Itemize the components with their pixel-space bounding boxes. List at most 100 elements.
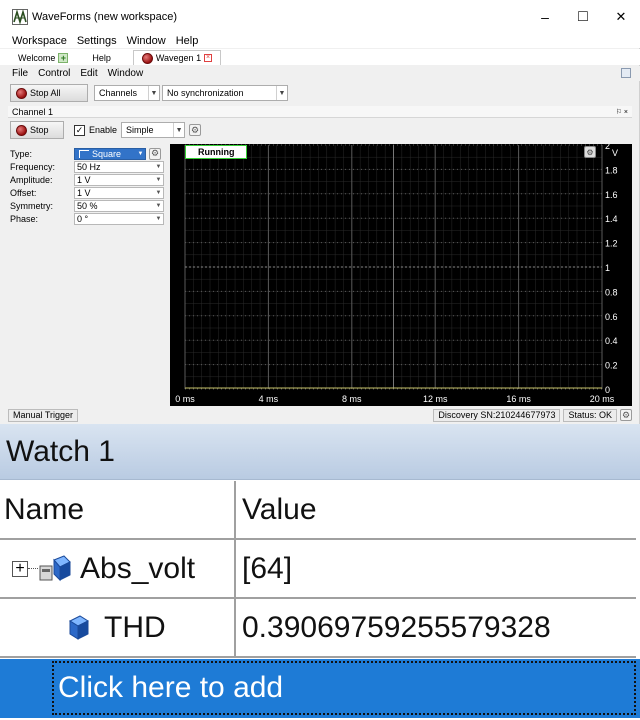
y-tick-label: 1 [605,263,610,273]
expand-icon[interactable]: + [12,560,28,577]
title-bar: WaveForms (new workspace) – □ ✕ [0,0,640,34]
chevron-down-icon: ▼ [155,163,162,170]
chevron-down-icon: ▼ [155,176,162,183]
param-label: Frequency: [10,161,56,172]
y-tick-label: 1.2 [605,239,618,249]
row-value: [64] [242,551,293,585]
chevron-down-icon: ▼ [155,215,162,222]
chevron-down-icon: ▼ [276,86,287,100]
row-name: THD [104,610,166,644]
add-watch-row[interactable]: Click here to add [0,659,640,718]
type-select[interactable]: Square ▼ [74,147,146,160]
tab-welcome[interactable]: Welcome + [10,50,76,65]
add-watch-input[interactable]: Click here to add [52,661,636,715]
channels-select[interactable]: Channels ▼ [94,85,160,101]
sync-value: No synchronization [167,88,244,98]
variable-icon [62,613,96,643]
waveform-preview-plot[interactable]: 2 1.8 1.6 1.4 1.2 1 0.8 0.6 0.4 0.2 0 V 0 ms 4 ms 8 ms… [170,144,632,406]
column-header-value[interactable]: Value [236,481,636,538]
variable-array-icon [38,554,72,584]
param-row-frequency: Frequency: 50 Hz ▼ [10,160,170,173]
x-tick-label: 4 ms [259,394,279,404]
minimize-button[interactable]: – [526,0,564,34]
wavegen-menubar: File Control Edit Window [0,66,640,81]
frequency-input[interactable]: 50 Hz ▼ [74,160,164,173]
sync-select[interactable]: No synchronization ▼ [162,85,288,101]
param-label: Amplitude: [10,174,53,185]
waveforms-app: WaveForms (new workspace) – □ ✕ Workspac… [0,0,640,424]
watch-grid: Name Value + Abs_volt [64] THD 0.3906975… [0,481,636,658]
param-row-symmetry: Symmetry: 50 % ▼ [10,199,170,212]
manual-trigger-button[interactable]: Manual Trigger [8,408,79,422]
y-tick-label: 0.8 [605,287,618,297]
close-button[interactable]: ✕ [602,0,640,34]
maximize-button[interactable]: □ [564,0,602,34]
watch-title: Watch 1 [0,424,640,480]
menu-settings[interactable]: Settings [67,35,120,47]
waveforms-logo-icon [12,9,28,25]
column-header-name[interactable]: Name [0,481,236,538]
restore-window-icon[interactable] [621,68,631,78]
type-value: Square [92,148,122,159]
table-row[interactable]: THD 0.39069759255579328 [0,599,636,658]
menu-workspace[interactable]: Workspace [0,35,70,47]
menu-file[interactable]: File [0,68,31,79]
y-tick-label: 1.4 [605,214,618,224]
pin-close-icon[interactable]: ⚐ × [616,108,628,116]
param-label: Offset: [10,187,37,198]
menu-window[interactable]: Window [117,35,169,47]
y-tick-label: 1.6 [605,190,618,200]
x-tick-label: 0 ms [175,394,195,404]
menu-wavegen-window[interactable]: Window [98,68,147,79]
table-row[interactable]: + Abs_volt [64] [0,540,636,599]
chevron-down-icon: ▼ [148,86,159,100]
phase-value: 0 ° [77,213,89,224]
tab-wavegen-1[interactable]: Wavegen 1 × [132,50,222,65]
enable-checkbox[interactable]: ✓ [74,124,85,136]
running-status-badge: Running [185,145,247,159]
channel-stop-button[interactable]: Stop [10,121,64,139]
watch-window: Watch 1 Name Value + Abs_volt [64] THD 0… [0,424,640,720]
stop-all-label: Stop All [30,88,61,98]
frequency-value: 50 Hz [77,161,101,172]
x-tick-label: 20 ms [590,394,615,404]
tab-bar: Welcome + Help Wavegen 1 × [0,49,640,65]
type-settings-icon[interactable]: ⚙ [149,147,161,160]
watch-header-row: Name Value [0,481,636,540]
param-row-type: Type: Square ▼ ⚙ [10,147,170,160]
status-settings-icon[interactable]: ⚙ [620,409,632,421]
add-tab-icon[interactable]: + [58,52,69,63]
y-tick-label: 0.2 [605,361,618,371]
row-name: Abs_volt [80,551,196,585]
plot-settings-icon[interactable]: ⚙ [584,146,596,158]
y-tick-label: 0.6 [605,312,618,322]
row-value: 0.39069759255579328 [242,610,551,644]
tab-help[interactable]: Help [84,50,119,65]
amplitude-input[interactable]: 1 V ▼ [74,173,164,186]
symmetry-input[interactable]: 50 % ▼ [74,199,164,212]
menu-edit[interactable]: Edit [70,68,100,79]
offset-input[interactable]: 1 V ▼ [74,186,164,199]
stop-all-button[interactable]: Stop All [10,84,88,102]
mode-settings-icon[interactable]: ⚙ [189,124,202,136]
param-label: Symmetry: [10,200,54,211]
plot-canvas: 21.81.61.41.210.80.60.40.20V0 ms 4 ms 8 ms… [175,144,618,404]
x-tick-label: 8 ms [342,394,362,404]
param-row-offset: Offset: 1 V ▼ [10,186,170,199]
mode-select[interactable]: Simple ▼ [121,122,186,138]
channels-value: Channels [99,88,138,98]
status-bar: Manual Trigger Discovery SN:210244677973… [8,408,632,422]
window-title: WaveForms (new workspace) [32,11,178,23]
device-label: Discovery SN:210244677973 [433,408,561,422]
stop-label: Stop [30,125,49,135]
wavegen-toolbar: Stop All Channels ▼ No synchronization ▼ [0,82,640,104]
phase-input[interactable]: 0 ° ▼ [74,212,164,225]
tab-label: Wavegen 1 [155,53,202,63]
param-row-phase: Phase: 0 ° ▼ [10,212,170,225]
param-label: Phase: [10,213,39,224]
tab-label: Help [92,52,111,63]
menu-help[interactable]: Help [166,35,202,47]
menu-control[interactable]: Control [28,68,73,79]
amplitude-value: 1 V [77,174,91,185]
close-tab-icon[interactable]: × [204,54,213,62]
